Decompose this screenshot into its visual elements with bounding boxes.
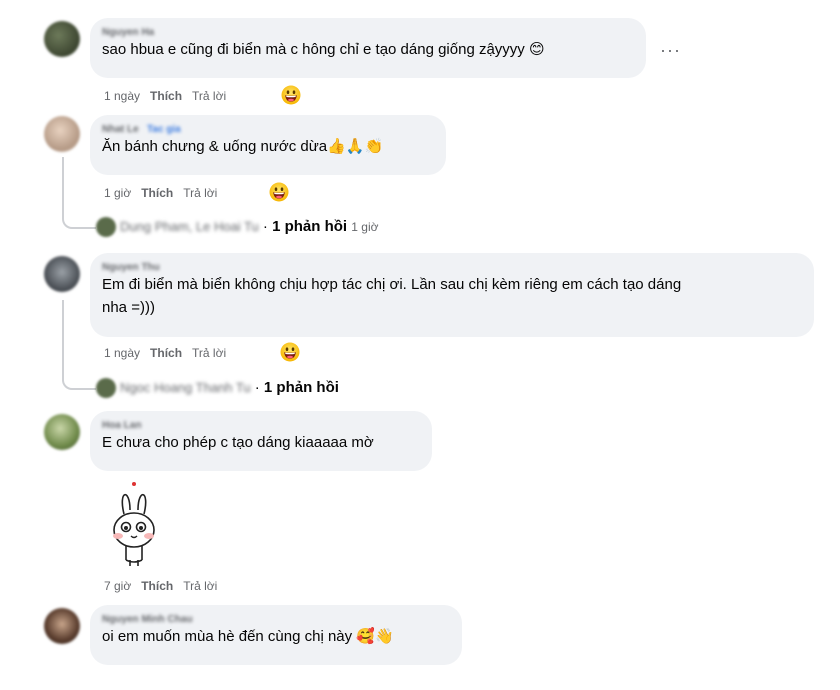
- avatar[interactable]: [44, 414, 80, 450]
- comment-actions: 1 ngày Thích Trả lời: [104, 344, 236, 362]
- reply-count[interactable]: 1 phản hồi: [272, 218, 347, 235]
- reply-button[interactable]: Trả lời: [192, 89, 226, 103]
- reply-button[interactable]: Trả lời: [192, 346, 226, 360]
- reply-authors: Dung Pham, Le Hoai Tu: [120, 219, 259, 235]
- view-replies-link[interactable]: Dung Pham, Le Hoai Tu · 1 phản hồi 1 giờ: [96, 216, 378, 238]
- thread-line: [62, 300, 96, 390]
- author-name[interactable]: Nguyen Thu: [102, 261, 802, 274]
- comment-bubble: Nguyen Ha sao hbua e cũng đi biển mà c h…: [90, 18, 646, 78]
- reply-separator: ·: [254, 379, 260, 396]
- comment-time[interactable]: 1 giờ: [104, 186, 131, 200]
- comment-text: oi em muốn mùa hè đến cùng chị này 🥰👋: [102, 628, 394, 645]
- reply-button[interactable]: Trả lời: [183, 186, 217, 200]
- comment-time[interactable]: 1 ngày: [104, 346, 140, 360]
- comment-text: E chưa cho phép c tạo dáng kiaaaaa mờ: [102, 434, 374, 451]
- reply-count[interactable]: 1 phản hồi: [264, 379, 339, 396]
- like-button[interactable]: Thích: [150, 346, 182, 360]
- thread-line: [62, 157, 96, 229]
- comment-bubble: Nguyen Thu Em đi biển mà biển không chịu…: [90, 253, 814, 337]
- more-options-icon[interactable]: ···: [660, 40, 681, 61]
- like-button[interactable]: Thích: [141, 186, 173, 200]
- avatar[interactable]: [44, 21, 80, 57]
- comment-time[interactable]: 1 ngày: [104, 89, 140, 103]
- author-name[interactable]: Nguyen Ha: [102, 26, 634, 39]
- like-button[interactable]: Thích: [150, 89, 182, 103]
- comment-actions: 1 giờ Thích Trả lời: [104, 184, 227, 202]
- comment-actions: 7 giờ Thích Trả lời: [104, 577, 227, 595]
- bunny-sticker: [113, 482, 155, 566]
- comment-bubble: Nguyen Minh Chau oi em muốn mùa hè đến c…: [90, 605, 462, 665]
- author-name[interactable]: Nguyen Minh Chau: [102, 613, 450, 626]
- reply-authors: Ngoc Hoang Thanh Tu: [120, 380, 251, 396]
- reply-button[interactable]: Trả lời: [183, 579, 217, 593]
- comment-time[interactable]: 7 giờ: [104, 579, 131, 593]
- view-replies-link[interactable]: Ngoc Hoang Thanh Tu · 1 phản hồi: [96, 377, 339, 399]
- grinning-face-emoji-icon[interactable]: [269, 182, 289, 202]
- avatar[interactable]: [44, 256, 80, 292]
- grinning-face-emoji-icon[interactable]: [281, 85, 301, 105]
- reply-avatar: [96, 378, 116, 399]
- comment-text-continued: nha =))): [102, 299, 155, 316]
- comment-text: sao hbua e cũng đi biển mà c hông chỉ e …: [102, 41, 545, 58]
- author-name[interactable]: Hoa Lan: [102, 419, 420, 432]
- like-button[interactable]: Thích: [141, 579, 173, 593]
- author-name[interactable]: Nhat Le Tac gia: [102, 123, 434, 136]
- reply-time: 1 giờ: [351, 220, 379, 234]
- avatar[interactable]: [44, 608, 80, 644]
- reply-separator: ·: [262, 218, 268, 235]
- grinning-face-emoji-icon[interactable]: [280, 342, 300, 362]
- reply-avatar: [96, 217, 116, 238]
- comment-actions: 1 ngày Thích Trả lời: [104, 87, 236, 105]
- comment-text: Em đi biển mà biển không chịu hợp tác ch…: [102, 276, 682, 293]
- comment-text: Ăn bánh chưng & uống nước dừa👍🙏👏: [102, 138, 384, 155]
- comment-bubble: Nhat Le Tac gia Ăn bánh chưng & uống nướ…: [90, 115, 446, 175]
- avatar[interactable]: [44, 116, 80, 152]
- comment-bubble: Hoa Lan E chưa cho phép c tạo dáng kiaaa…: [90, 411, 432, 471]
